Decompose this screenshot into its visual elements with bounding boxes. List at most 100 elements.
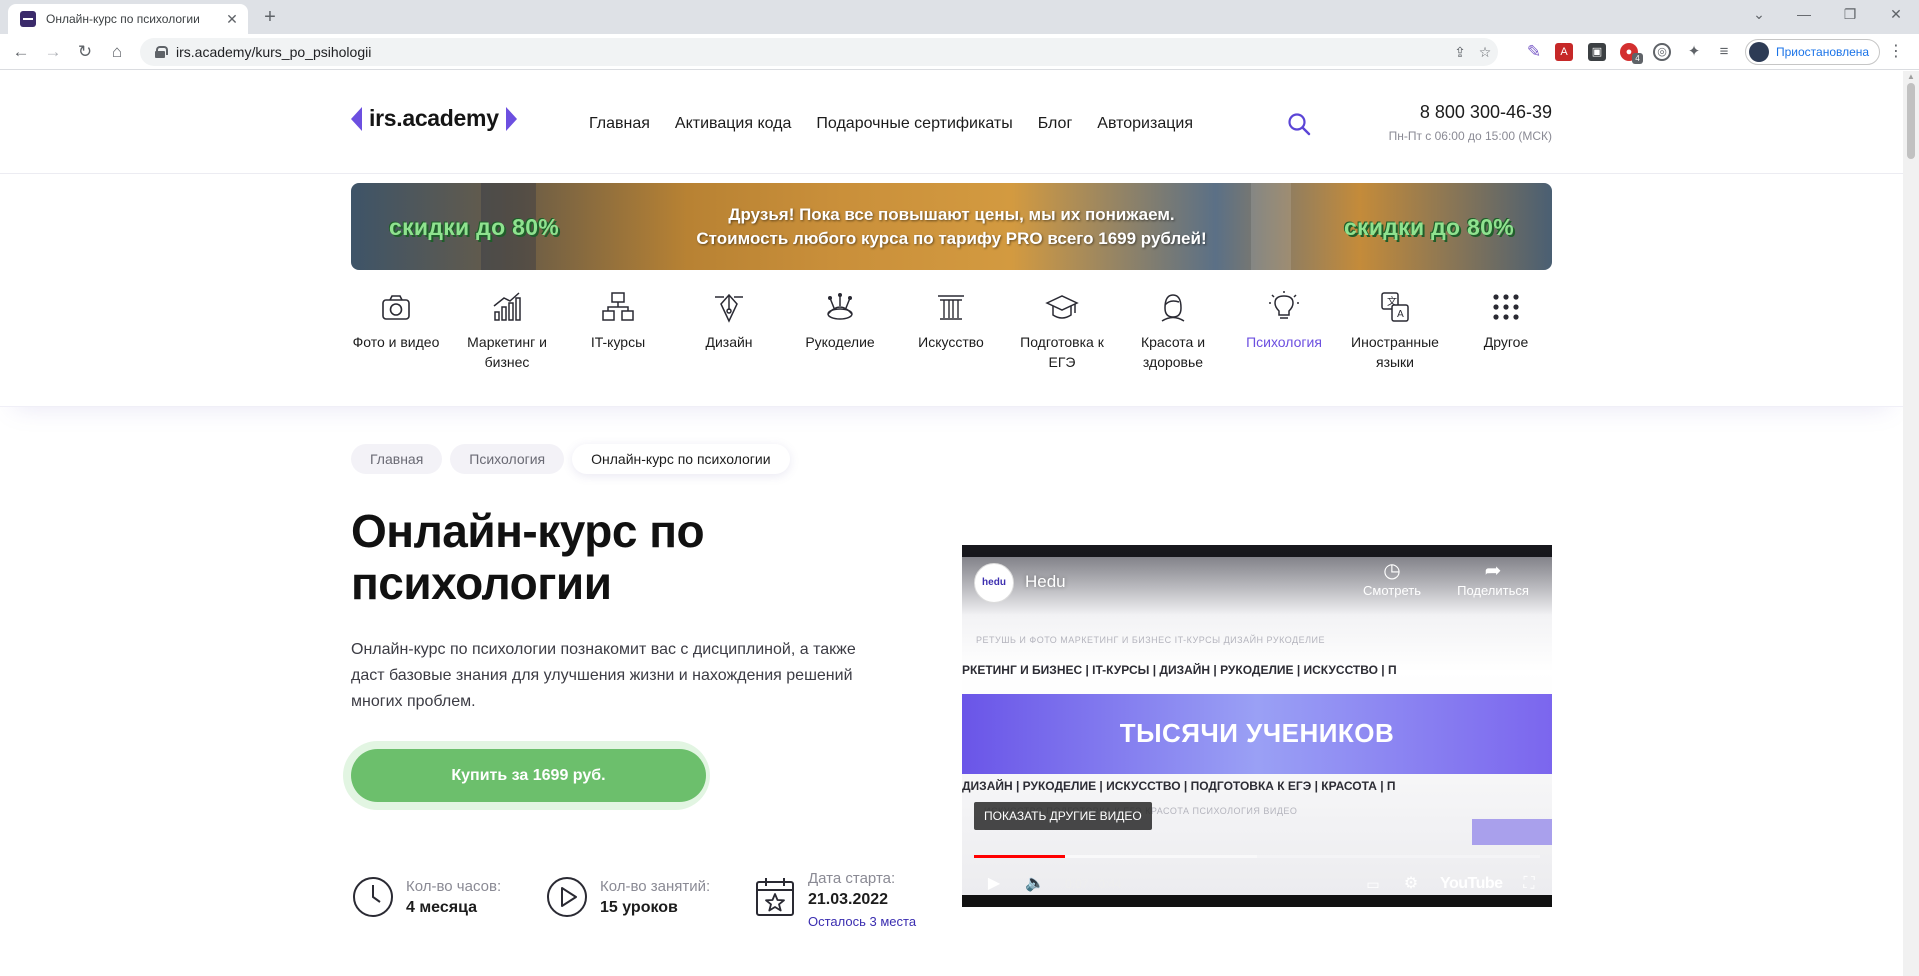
category-psychology[interactable]: Психология [1229, 290, 1339, 352]
share-icon[interactable]: ⇪ [1450, 42, 1470, 62]
category-other[interactable]: Другое [1451, 290, 1561, 352]
pincushion-icon [827, 293, 853, 320]
category-design[interactable]: Дизайн [674, 290, 784, 352]
video-headline-band: ТЫСЯЧИ УЧЕНИКОВ [962, 694, 1552, 774]
video-title[interactable]: Hedu [1025, 572, 1066, 592]
youtube-logo[interactable]: YouTube [1440, 872, 1503, 896]
stat-start-text: Дата старта: 21.03.2022 Осталось 3 места [808, 869, 916, 931]
screenshot-extension-icon[interactable]: ▣ [1588, 43, 1606, 61]
breadcrumb-psychology[interactable]: Психология [450, 444, 565, 474]
working-hours: Пн-Пт с 06:00 до 15:00 (МСК) [1388, 129, 1552, 143]
promo-banner[interactable]: скидки до 80% Друзья! Пока все повышают … [351, 183, 1552, 270]
video-category-row-top: РКЕТИНГ И БИЗНЕС | IT-КУРСЫ | ДИЗАЙН | Р… [962, 663, 1397, 677]
nav-gift-certificates[interactable]: Подарочные сертификаты [816, 115, 1012, 133]
nav-blog[interactable]: Блог [1038, 115, 1073, 133]
stat-lessons-value: 15 уроков [600, 899, 678, 916]
share-arrow-icon: ➦ [1484, 560, 1502, 582]
stat-lessons: Кол-во занятий: 15 уроков [545, 869, 710, 919]
share-label: Поделиться [1457, 583, 1529, 598]
logo-text: irs.academy [369, 105, 499, 131]
reload-icon[interactable]: ↻ [73, 40, 97, 64]
nav-login[interactable]: Авторизация [1097, 115, 1193, 133]
grid-dots-icon [1493, 294, 1519, 320]
youtube-player[interactable]: РЕТУШЬ И ФОТО МАРКЕТИНГ И БИЗНЕС IT-КУРС… [962, 545, 1552, 907]
clock-icon: ◷ [1383, 560, 1401, 582]
category-handicraft[interactable]: Рукоделие [785, 290, 895, 352]
page-title: Онлайн-курс по психологии [351, 505, 705, 609]
site-logo[interactable]: irs.academy [351, 105, 517, 132]
url-text[interactable]: irs.academy/kurs_po_psihologii [176, 44, 371, 60]
video-played-bar [974, 855, 1065, 858]
play-icon[interactable]: ▶ [984, 872, 1004, 896]
category-label: Искусство [918, 334, 984, 350]
profile-status: Приостановлена [1776, 45, 1870, 59]
category-art[interactable]: Искусство [896, 290, 1006, 352]
tab-close-icon[interactable]: ✕ [224, 11, 240, 27]
extension-badge: 4 [1632, 53, 1643, 64]
pdf-extension-icon[interactable]: A [1555, 43, 1573, 61]
search-icon[interactable] [1287, 112, 1311, 136]
category-beauty-health[interactable]: Красота и здоровье [1118, 290, 1228, 372]
volume-icon[interactable]: 🔈 [1024, 872, 1046, 896]
category-label: Дизайн [705, 334, 753, 350]
watch-later-button[interactable]: ◷ Смотреть [1347, 559, 1437, 598]
category-label: Психология [1246, 334, 1322, 350]
site-header: irs.academy Главная Активация кода Подар… [0, 71, 1903, 174]
minimize-button[interactable]: — [1781, 0, 1827, 30]
network-icon [602, 292, 634, 321]
channel-logo[interactable]: hedu [974, 563, 1014, 603]
stat-start-date: Дата старта: 21.03.2022 Осталось 3 места [753, 869, 916, 931]
subtitles-icon[interactable]: ▭ [1362, 872, 1384, 896]
breadcrumb: Главная Психология Онлайн-курс по психол… [351, 444, 798, 474]
address-bar[interactable]: irs.academy/kurs_po_psihologii ⇪ ☆ [140, 38, 1498, 66]
fullscreen-icon[interactable]: ⛶ [1518, 872, 1540, 896]
reading-list-icon[interactable]: ≡ [1715, 43, 1733, 61]
close-window-button[interactable]: ✕ [1873, 0, 1919, 30]
course-description: Онлайн-курс по психологии познакомит вас… [351, 641, 856, 710]
category-it[interactable]: IT-курсы [563, 290, 673, 352]
video-progress-bar[interactable] [974, 855, 1540, 858]
bookmark-star-icon[interactable]: ☆ [1475, 42, 1495, 62]
logo-right-chevron-icon [505, 106, 517, 131]
buy-button-glow: Купить за 1699 руб. [343, 741, 710, 810]
breadcrumb-home[interactable]: Главная [351, 444, 443, 474]
category-photo-video[interactable]: Фото и видео [341, 290, 451, 352]
browser-menu-icon[interactable]: ⋮ [1888, 42, 1904, 62]
scroll-up-icon[interactable]: ▲ [1907, 73, 1915, 81]
new-tab-button[interactable]: + [258, 5, 282, 29]
forward-icon[interactable]: → [41, 40, 65, 64]
seats-left-note: Осталось 3 места [808, 914, 917, 929]
home-icon[interactable]: ⌂ [105, 40, 129, 64]
browser-tab[interactable]: Онлайн-курс по психологии ✕ [8, 4, 248, 34]
category-label: Красота и здоровье [1140, 334, 1206, 370]
video-faint-categories-top: РЕТУШЬ И ФОТО МАРКЕТИНГ И БИЗНЕС IT-КУРС… [976, 635, 1325, 645]
tab-search-icon[interactable]: ⌄ [1736, 0, 1782, 30]
extensions-puzzle-icon[interactable]: ✦ [1685, 43, 1703, 61]
profile-button[interactable]: Приостановлена [1745, 39, 1881, 65]
share-button[interactable]: ➦ Поделиться [1448, 559, 1538, 598]
stat-hours-text: Кол-во часов: 4 месяца [406, 869, 501, 919]
lightbulb-icon [1269, 291, 1299, 319]
stat-lessons-text: Кол-во занятий: 15 уроков [600, 869, 710, 919]
vpn-extension-icon[interactable]: ◎ [1653, 43, 1671, 61]
more-videos-button[interactable]: ПОКАЗАТЬ ДРУГИЕ ВИДЕО [974, 802, 1152, 830]
play-circle-icon [547, 877, 587, 917]
category-label: Другое [1483, 334, 1529, 350]
phone-number[interactable]: 8 800 300-46-39 [1389, 102, 1552, 123]
buy-button[interactable]: Купить за 1699 руб. [351, 749, 706, 802]
site-favicon-icon [20, 11, 36, 27]
pen-tool-icon [715, 293, 743, 323]
back-icon[interactable]: ← [9, 40, 33, 64]
category-marketing[interactable]: Маркетинг и бизнес [452, 290, 562, 372]
nav-home[interactable]: Главная [589, 115, 650, 133]
nav-activate-code[interactable]: Активация кода [675, 115, 792, 133]
category-languages[interactable]: 文 A Иностранные языки [1340, 290, 1450, 372]
restore-button[interactable]: ❐ [1827, 0, 1873, 30]
page-scrollbar[interactable]: ▲ [1903, 71, 1919, 976]
settings-gear-icon[interactable]: ⚙ [1400, 872, 1422, 896]
video-time: 0:07 / 0:44 [1065, 877, 1122, 891]
scrollbar-thumb[interactable] [1907, 83, 1915, 159]
eyedropper-extension-icon[interactable]: ✎ [1522, 40, 1546, 64]
lock-icon[interactable] [154, 46, 168, 58]
category-exam-prep[interactable]: Подготовка к ЕГЭ [1007, 290, 1117, 372]
